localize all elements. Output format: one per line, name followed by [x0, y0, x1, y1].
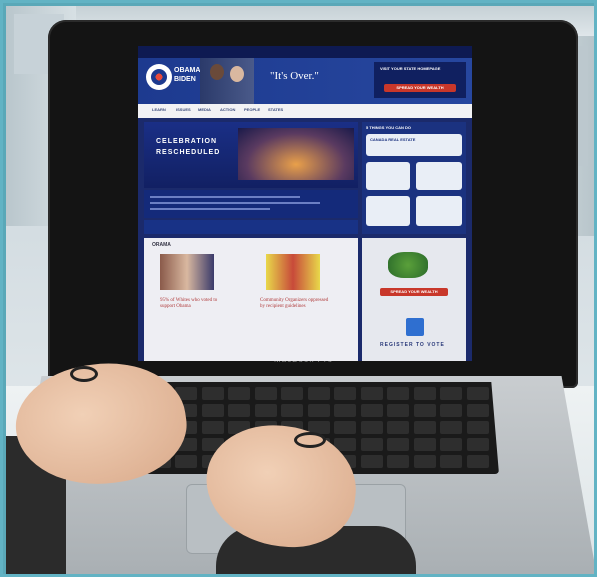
- news-caption[interactable]: Community Organizers oppressed by recipi…: [260, 298, 330, 310]
- action-tile[interactable]: [366, 196, 410, 226]
- keyboard-key[interactable]: [466, 438, 489, 451]
- news-thumbnail[interactable]: [266, 254, 320, 290]
- keyboard-key[interactable]: [413, 421, 436, 434]
- keyboard-key[interactable]: [466, 455, 489, 468]
- spread-wealth-button-2[interactable]: SPREAD YOUR WEALTH: [380, 288, 448, 296]
- keyboard-key[interactable]: [360, 455, 383, 468]
- site-nav: LEARN ISSUES MEDIA ACTION PEOPLE STATES: [138, 104, 472, 118]
- candidates-photo: [200, 58, 254, 104]
- keyboard-key[interactable]: [201, 404, 224, 417]
- keyboard-key[interactable]: [360, 438, 383, 451]
- keyboard-key[interactable]: [387, 438, 409, 451]
- keyboard-key[interactable]: [387, 455, 409, 468]
- nav-item[interactable]: PEOPLE: [244, 107, 260, 112]
- keyboard-key[interactable]: [254, 387, 277, 400]
- keyboard-key[interactable]: [281, 404, 303, 417]
- hero-title: CELEBRATION RESCHEDULED: [156, 138, 221, 156]
- news-section: ORAMA 95% of Whites who voted to support…: [144, 238, 358, 361]
- keyboard-key[interactable]: [466, 404, 489, 417]
- hero-text: [144, 190, 358, 218]
- keyboard-key[interactable]: [175, 455, 197, 468]
- visit-state-box[interactable]: VISIT YOUR STATE HOMEPAGE SPREAD YOUR WE…: [374, 62, 466, 98]
- money-plant-image: [388, 252, 428, 278]
- site-header: OBAMA BIDEN "It's Over." VISIT YOUR STATE…: [138, 58, 472, 104]
- canada-box[interactable]: CANADA REAL ESTATE: [366, 134, 462, 156]
- keyboard-key[interactable]: [466, 387, 489, 400]
- keyboard-key[interactable]: [387, 387, 409, 400]
- keyboard-key[interactable]: [413, 455, 436, 468]
- photo-frame: MacBook Pro OBAMABIDEN "It's Over." VISI…: [0, 0, 597, 577]
- thumbnail-strip: [144, 220, 358, 234]
- ring: [70, 366, 98, 382]
- keyboard-key[interactable]: [413, 387, 436, 400]
- spread-wealth-button[interactable]: SPREAD YOUR WEALTH: [384, 84, 456, 92]
- keyboard-key[interactable]: [440, 421, 462, 434]
- ring: [294, 432, 326, 448]
- keyboard-key[interactable]: [440, 438, 462, 451]
- keyboard-key[interactable]: [307, 387, 330, 400]
- photo-scene: MacBook Pro OBAMABIDEN "It's Over." VISI…: [6, 6, 594, 574]
- things-you-can-do: 5 THINGS YOU CAN DO CANADA REAL ESTATE: [362, 122, 466, 234]
- nav-item[interactable]: ACTION: [220, 107, 235, 112]
- keyboard-key[interactable]: [334, 404, 356, 417]
- register-to-vote[interactable]: REGISTER TO VOTE: [380, 342, 445, 348]
- keyboard-key[interactable]: [413, 404, 436, 417]
- campaign-logo: [146, 64, 172, 90]
- logo-text: OBAMA BIDEN: [174, 67, 201, 83]
- keyboard-key[interactable]: [254, 404, 277, 417]
- nav-item[interactable]: MEDIA: [198, 107, 211, 112]
- keyboard-key[interactable]: [440, 404, 462, 417]
- news-caption[interactable]: 95% of Whites who voted to support Obama: [160, 298, 224, 310]
- keyboard-key[interactable]: [334, 387, 356, 400]
- keyboard-key[interactable]: [440, 387, 462, 400]
- nav-item[interactable]: ISSUES: [176, 107, 191, 112]
- keyboard-key[interactable]: [387, 404, 409, 417]
- action-tile[interactable]: [366, 162, 410, 190]
- keyboard-key[interactable]: [360, 387, 383, 400]
- keyboard-key[interactable]: [201, 421, 224, 434]
- nav-item[interactable]: STATES: [268, 107, 283, 112]
- side-panel: SPREAD YOUR WEALTH REGISTER TO VOTE: [362, 238, 466, 361]
- keyboard-key[interactable]: [440, 455, 462, 468]
- keyboard-key[interactable]: [228, 387, 250, 400]
- site-topbar: [138, 46, 472, 58]
- keyboard-key[interactable]: [201, 387, 224, 400]
- keyboard-key[interactable]: [360, 404, 383, 417]
- ballot-box-icon: [406, 318, 424, 336]
- action-tile[interactable]: [416, 196, 462, 226]
- keyboard-key[interactable]: [387, 421, 409, 434]
- site-tagline: "It's Over.": [270, 70, 319, 82]
- keyboard-key[interactable]: [466, 421, 489, 434]
- keyboard-key[interactable]: [228, 404, 250, 417]
- laptop-screen: OBAMA BIDEN "It's Over." VISIT YOUR STATE…: [138, 46, 472, 361]
- keyboard-key[interactable]: [360, 421, 383, 434]
- hero-banner[interactable]: CELEBRATION RESCHEDULED: [144, 122, 358, 188]
- keyboard-key[interactable]: [307, 404, 330, 417]
- news-thumbnail[interactable]: [160, 254, 214, 290]
- stadium-image: [238, 128, 354, 180]
- keyboard-key[interactable]: [334, 421, 356, 434]
- action-tile[interactable]: [416, 162, 462, 190]
- nav-item[interactable]: LEARN: [152, 107, 166, 112]
- keyboard-key[interactable]: [413, 438, 436, 451]
- keyboard-key[interactable]: [281, 387, 303, 400]
